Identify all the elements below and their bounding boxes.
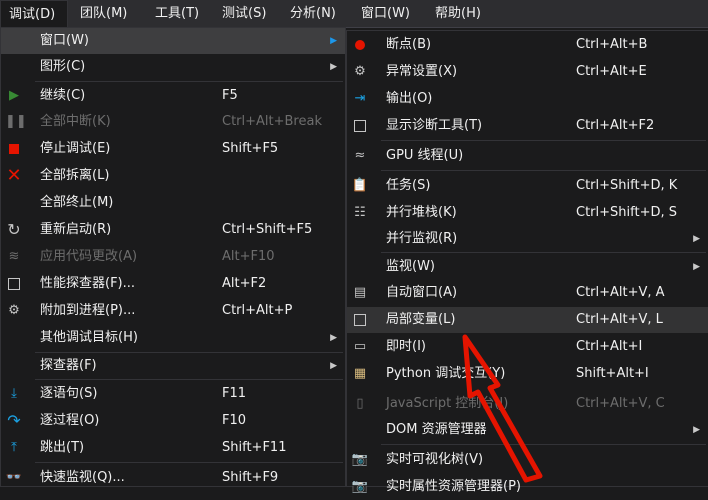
exception-settings-icon: ⚙	[354, 64, 366, 79]
window-item-dom-explorer[interactable]: DOM 资源管理器 ▶	[347, 417, 708, 443]
debug-dropdown-menu: 窗口(W) ▶ 图形(C) ▶ ▶ 继续(C) F5 ❚❚ 全部中断(K) Ct…	[0, 27, 346, 487]
profiler-icon	[5, 275, 23, 293]
menu-tools[interactable]: 工具(T)	[147, 0, 207, 28]
autos-icon: ▤	[353, 285, 367, 300]
debug-item-terminate-all[interactable]: 全部终止(M)	[1, 190, 345, 216]
menu-separator	[381, 170, 706, 171]
debug-item-continue[interactable]: ▶ 继续(C) F5	[1, 83, 345, 109]
debug-item-profiler[interactable]: 探查器(F) ▶	[1, 353, 345, 379]
menu-separator	[381, 140, 706, 141]
live-visual-tree-icon: 📷	[351, 452, 369, 467]
python-icon: ▦	[353, 366, 367, 381]
submenu-arrow-icon: ▶	[330, 333, 337, 343]
menu-separator	[35, 462, 343, 463]
immediate-icon: ▭	[353, 339, 367, 354]
tasks-icon: 📋	[351, 178, 369, 193]
window-item-immediate[interactable]: ▭ 即时(I) Ctrl+Alt+I	[347, 334, 708, 360]
window-item-live-property-explorer[interactable]: 📷 实时属性资源管理器(P)	[347, 474, 708, 500]
detach-icon: ✕	[6, 165, 22, 186]
window-item-tasks[interactable]: 📋 任务(S) Ctrl+Shift+D, K	[347, 173, 708, 199]
submenu-arrow-icon: ▶	[330, 62, 337, 72]
step-into-icon: ⤓	[11, 386, 17, 401]
debug-item-quickwatch[interactable]: 👓 快速监视(Q)... Shift+F9	[1, 465, 345, 491]
debug-item-window[interactable]: 窗口(W) ▶	[1, 28, 345, 54]
menu-debug[interactable]: 调试(D)	[0, 0, 68, 28]
debug-item-stop-debugging[interactable]: 停止调试(E) Shift+F5	[1, 136, 345, 162]
debug-item-graphics[interactable]: 图形(C) ▶	[1, 54, 345, 80]
menu-team[interactable]: 团队(M)	[72, 0, 135, 28]
locals-icon	[351, 311, 369, 329]
pause-icon: ❚❚	[5, 114, 27, 129]
debug-item-break-all[interactable]: ❚❚ 全部中断(K) Ctrl+Alt+Break	[1, 109, 345, 135]
menu-bar: 调试(D) 团队(M) 工具(T) 测试(S) 分析(N) 窗口(W) 帮助(H…	[0, 0, 708, 28]
window-item-exception-settings[interactable]: ⚙ 异常设置(X) Ctrl+Alt+E	[347, 59, 708, 85]
menu-separator	[35, 81, 343, 82]
submenu-arrow-icon: ▶	[693, 425, 700, 435]
parallel-stacks-icon: ☷	[354, 205, 366, 220]
debug-item-detach-all[interactable]: ✕ 全部拆离(L)	[1, 163, 345, 189]
quickwatch-icon: 👓	[5, 470, 23, 485]
window-item-gpu-threads[interactable]: ≈ GPU 线程(U)	[347, 143, 708, 169]
window-item-watch[interactable]: 监视(W) ▶	[347, 254, 708, 280]
diagnostic-tools-icon	[351, 117, 369, 135]
debug-item-attach-to-process[interactable]: ⚙ 附加到进程(P)... Ctrl+Alt+P	[1, 298, 345, 324]
submenu-arrow-icon: ▶	[330, 36, 337, 46]
step-over-icon: ↷	[7, 411, 21, 430]
window-item-diagnostic-tools[interactable]: 显示诊断工具(T) Ctrl+Alt+F2	[347, 113, 708, 139]
menu-analyze[interactable]: 分析(N)	[282, 0, 344, 28]
js-console-icon: ▯	[356, 396, 364, 411]
submenu-arrow-icon: ▶	[330, 361, 337, 371]
attach-icon: ⚙	[8, 303, 20, 318]
menu-separator	[35, 379, 343, 380]
stop-icon	[5, 140, 23, 158]
submenu-arrow-icon: ▶	[693, 262, 700, 272]
breakpoint-icon	[351, 36, 369, 54]
debug-item-apply-code-changes[interactable]: ≋ 应用代码更改(A) Alt+F10	[1, 244, 345, 270]
debug-item-step-into[interactable]: ⤓ 逐语句(S) F11	[1, 381, 345, 407]
window-item-locals[interactable]: 局部变量(L) Ctrl+Alt+V, L	[347, 307, 708, 333]
apply-code-icon: ≋	[8, 249, 20, 264]
debug-item-performance-profiler[interactable]: 性能探查器(F)... Alt+F2	[1, 271, 345, 297]
menu-separator	[381, 252, 706, 253]
window-submenu: 断点(B) Ctrl+Alt+B ⚙ 异常设置(X) Ctrl+Alt+E ⇥ …	[346, 30, 708, 494]
menu-test[interactable]: 测试(S)	[214, 0, 274, 28]
window-item-js-console[interactable]: ▯ JavaScript 控制台(J) Ctrl+Alt+V, C	[347, 391, 708, 417]
restart-icon: ↻	[7, 220, 21, 239]
menu-separator	[381, 444, 706, 445]
window-item-live-visual-tree[interactable]: 📷 实时可视化树(V)	[347, 447, 708, 473]
debug-item-step-out[interactable]: ⤒ 跳出(T) Shift+F11	[1, 435, 345, 461]
gpu-threads-icon: ≈	[354, 148, 366, 163]
window-item-python-interactive[interactable]: ▦ Python 调试交互(Y) Shift+Alt+I	[347, 361, 708, 387]
debug-item-step-over[interactable]: ↷ 逐过程(O) F10	[1, 408, 345, 434]
submenu-arrow-icon: ▶	[693, 234, 700, 244]
step-out-icon: ⤒	[11, 440, 17, 455]
window-item-parallel-watch[interactable]: 并行监视(R) ▶	[347, 226, 708, 252]
play-icon: ▶	[9, 88, 19, 103]
menu-help[interactable]: 帮助(H)	[427, 0, 489, 28]
menu-window[interactable]: 窗口(W)	[353, 0, 418, 28]
debug-item-other-debug-targets[interactable]: 其他调试目标(H) ▶	[1, 325, 345, 351]
window-item-autos[interactable]: ▤ 自动窗口(A) Ctrl+Alt+V, A	[347, 280, 708, 306]
window-item-parallel-stacks[interactable]: ☷ 并行堆栈(K) Ctrl+Shift+D, S	[347, 200, 708, 226]
live-property-icon: 📷	[351, 479, 369, 494]
window-item-breakpoints[interactable]: 断点(B) Ctrl+Alt+B	[347, 32, 708, 58]
output-icon: ⇥	[354, 91, 366, 106]
window-item-output[interactable]: ⇥ 输出(O)	[347, 86, 708, 112]
debug-item-restart[interactable]: ↻ 重新启动(R) Ctrl+Shift+F5	[1, 217, 345, 243]
